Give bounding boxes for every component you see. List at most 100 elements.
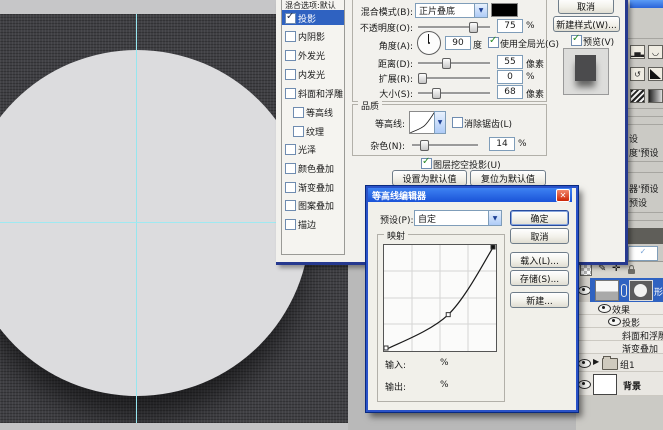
dock-label[interactable]: 设 xyxy=(629,132,638,145)
size-unit: 像素 xyxy=(526,90,545,100)
opacity-slider[interactable] xyxy=(418,22,490,33)
checkbox[interactable] xyxy=(285,200,296,211)
checkbox[interactable] xyxy=(285,144,296,155)
angle-dial[interactable] xyxy=(417,31,441,55)
distance-slider-thumb[interactable] xyxy=(442,58,451,69)
circle-shape[interactable] xyxy=(0,50,310,396)
curve-chart[interactable] xyxy=(384,245,496,351)
group-label[interactable]: 组1 xyxy=(620,358,635,371)
contour-editor-titlebar[interactable]: 等高线编辑器 ✕ xyxy=(368,188,572,202)
size-input[interactable]: 68 xyxy=(497,85,523,99)
contour-editor-dialog: 等高线编辑器 ✕ 预设(P): 自定 ▼ 映射 输入: % 输出: % 确定 取消… xyxy=(365,185,579,413)
layer-name[interactable]: 形状 xyxy=(654,285,663,298)
spread-slider[interactable] xyxy=(418,73,490,84)
noise-unit: % xyxy=(518,139,527,149)
knockout-checkbox[interactable] xyxy=(421,156,432,169)
row-group1[interactable]: ▶ 组1 xyxy=(576,354,663,372)
curve-grid[interactable] xyxy=(383,244,497,352)
size-slider-thumb[interactable] xyxy=(432,88,441,99)
vector-mask-thumbnail[interactable] xyxy=(629,280,653,301)
checkbox[interactable] xyxy=(285,88,296,99)
contour-cancel-button[interactable]: 取消 xyxy=(510,228,569,244)
contour-picker-arrow[interactable]: ▼ xyxy=(434,111,446,134)
checkbox[interactable] xyxy=(293,107,304,118)
background-label[interactable]: 背景 xyxy=(623,379,641,392)
shadow-color-swatch[interactable] xyxy=(491,3,518,17)
cancel-button[interactable]: 取消 xyxy=(558,0,614,14)
panel-title-bar[interactable] xyxy=(630,0,663,8)
save-button[interactable]: 存储(S)... xyxy=(510,270,569,286)
opacity-input[interactable]: 75 xyxy=(497,19,523,33)
layer-thumbnail[interactable] xyxy=(595,280,619,301)
ok-button[interactable]: 确定 xyxy=(510,210,569,226)
checkbox[interactable] xyxy=(285,219,296,230)
angle-input[interactable]: 90 xyxy=(445,36,471,50)
histogram-icon[interactable]: ▁▄▂ xyxy=(630,45,645,59)
eye-icon[interactable] xyxy=(608,317,621,326)
curves-icon[interactable]: ◡ xyxy=(648,45,663,59)
vertical-guide[interactable] xyxy=(136,14,137,423)
checkbox[interactable] xyxy=(285,69,296,80)
background-thumbnail[interactable] xyxy=(593,374,617,395)
close-icon[interactable]: ✕ xyxy=(556,189,570,202)
dock-label[interactable]: 度'预设 xyxy=(629,146,658,159)
eye-icon[interactable] xyxy=(598,304,611,313)
noise-input[interactable]: 14 xyxy=(489,137,515,151)
input-unit: % xyxy=(440,358,449,368)
global-light-label: 使用全局光(G) xyxy=(500,40,559,50)
spread-slider-thumb[interactable] xyxy=(418,73,427,84)
chain-link-icon[interactable] xyxy=(621,284,627,297)
checkbox[interactable] xyxy=(285,50,296,61)
checkbox[interactable] xyxy=(293,126,304,137)
blend-mode-label: 混合模式(B): xyxy=(360,8,413,18)
dock-label[interactable]: 器'预设 xyxy=(629,182,658,195)
layer-row-shape[interactable]: 形状 xyxy=(576,278,663,302)
angle-unit: 度 xyxy=(473,41,483,51)
distance-input[interactable]: 55 xyxy=(497,55,523,69)
rotate-icon[interactable]: ↺ xyxy=(630,67,645,81)
row-effects[interactable]: 效果 xyxy=(576,302,663,316)
style-item-label: 颜色叠加 xyxy=(298,165,335,175)
noise-slider-thumb[interactable] xyxy=(420,140,429,151)
distance-slider[interactable] xyxy=(418,58,490,69)
style-item-selected[interactable]: 投影 xyxy=(282,10,344,25)
gradient-bar-icon[interactable] xyxy=(648,89,663,103)
transparency-grid-icon[interactable] xyxy=(580,264,592,276)
panel-tab-dark[interactable] xyxy=(625,228,663,244)
checkbox[interactable] xyxy=(285,182,296,193)
row-background[interactable]: 背景 xyxy=(576,372,663,396)
eye-icon[interactable] xyxy=(578,380,591,389)
row-drop-shadow[interactable]: 投影 xyxy=(576,315,663,329)
preset-dropdown[interactable]: 自定 ▼ xyxy=(414,210,502,226)
lock-icon[interactable] xyxy=(628,265,635,274)
dock-label[interactable]: 预设 xyxy=(629,196,647,209)
noise-slider[interactable] xyxy=(412,140,478,151)
preset-label: 预设(P): xyxy=(380,216,414,226)
row-bevel[interactable]: 斜面和浮雕 xyxy=(576,328,663,342)
blend-mode-dropdown[interactable]: 正片叠底 ▼ xyxy=(415,3,488,18)
anti-alias-checkbox[interactable] xyxy=(452,117,463,128)
preview-thumbnail xyxy=(563,48,609,95)
spread-input[interactable]: 0 xyxy=(497,70,523,84)
opacity-slider-thumb[interactable] xyxy=(469,22,478,33)
style-item-label: 光泽 xyxy=(298,146,317,156)
stripes-icon[interactable] xyxy=(630,89,645,103)
checkbox[interactable] xyxy=(285,31,296,42)
gradient-triangle-icon[interactable] xyxy=(648,67,663,81)
contour-thumbnail[interactable] xyxy=(409,111,436,134)
set-default-button[interactable]: 设置为默认值 xyxy=(392,170,467,186)
eye-icon[interactable] xyxy=(578,359,591,368)
checkbox-checked[interactable] xyxy=(285,11,296,24)
preview-checkbox[interactable] xyxy=(571,33,582,46)
style-item-label: 纹理 xyxy=(306,128,325,138)
checkbox[interactable] xyxy=(285,163,296,174)
reset-default-button[interactable]: 复位为默认值 xyxy=(470,170,546,186)
mini-dropdown-check[interactable]: ✓ xyxy=(628,246,658,261)
row-gradient-overlay[interactable]: 渐变叠加 xyxy=(576,341,663,355)
load-button[interactable]: 载入(L)... xyxy=(510,252,569,268)
global-light-checkbox[interactable] xyxy=(488,35,499,48)
new-button[interactable]: 新建... xyxy=(510,292,569,308)
expand-triangle-icon[interactable]: ▶ xyxy=(593,357,599,366)
size-slider[interactable] xyxy=(418,88,490,99)
new-style-button[interactable]: 新建样式(W)... xyxy=(553,16,620,32)
